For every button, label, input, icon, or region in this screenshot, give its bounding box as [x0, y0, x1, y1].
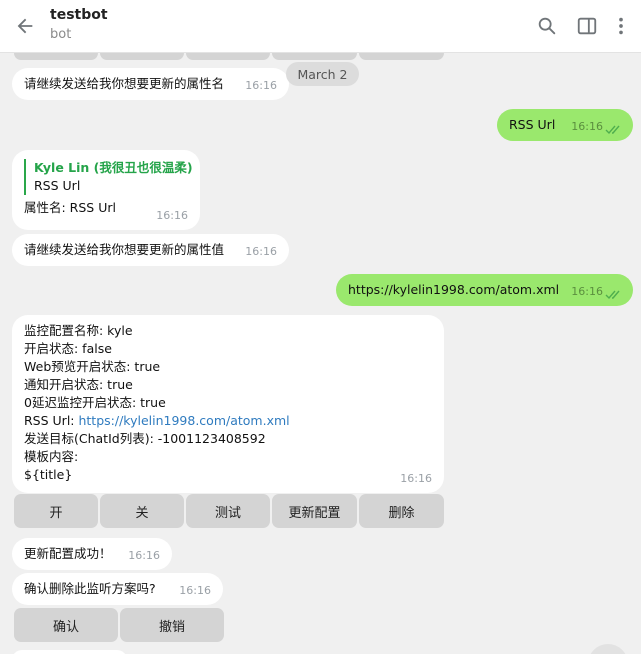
inline-button-partial[interactable]: [359, 52, 444, 60]
sidebar-toggle-icon[interactable]: [576, 15, 598, 37]
open-button[interactable]: 开: [14, 494, 98, 528]
scroll-down-button[interactable]: [588, 644, 628, 654]
message-time: 16:16: [179, 584, 211, 597]
message-time: 16:16: [156, 209, 188, 222]
message-text: https://kylelin1998.com/atom.xml: [348, 282, 560, 297]
message-incoming-config[interactable]: 监控配置名称: kyle 开启状态: false Web预览开启状态: true…: [12, 315, 444, 493]
update-config-button[interactable]: 更新配置: [272, 494, 357, 528]
cancel-button[interactable]: 撤销: [120, 608, 224, 642]
message-text: 请继续发送给我你想要更新的属性值: [24, 242, 225, 257]
config-web-preview-line: Web预览开启状态: true: [24, 359, 161, 374]
message-text: RSS Url: [509, 117, 556, 132]
message-time: 16:16: [571, 285, 603, 298]
config-enabled-line: 开启状态: false: [24, 341, 112, 356]
message-incoming-partial[interactable]: [12, 650, 127, 654]
message-outgoing[interactable]: https://kylelin1998.com/atom.xml 16:16: [336, 274, 633, 306]
message-text: 请继续发送给我你想要更新的属性名: [24, 76, 225, 91]
inline-button-partial[interactable]: [100, 52, 184, 60]
message-list[interactable]: 请继续发送给我你想要更新的属性名 16:16 March 2 RSS Url 1…: [0, 52, 641, 654]
reply-author: Kyle Lin (我很丑也很温柔): [34, 160, 193, 175]
rss-url-label: RSS Url:: [24, 413, 79, 428]
inline-button-partial[interactable]: [186, 52, 270, 60]
reply-quote[interactable]: Kyle Lin (我很丑也很温柔) RSS Url: [24, 159, 193, 195]
test-button[interactable]: 测试: [186, 494, 270, 528]
confirm-button[interactable]: 确认: [14, 608, 118, 642]
message-incoming[interactable]: 确认删除此监听方案吗? 16:16: [12, 573, 223, 605]
message-incoming[interactable]: 请继续发送给我你想要更新的属性值 16:16: [12, 234, 289, 266]
reply-text: RSS Url: [34, 178, 81, 193]
read-checkmarks-icon: [605, 125, 620, 135]
chat-title[interactable]: testbot: [50, 7, 108, 23]
message-incoming[interactable]: 更新配置成功！ 16:16: [12, 538, 172, 570]
message-text: 确认删除此监听方案吗?: [24, 581, 156, 596]
inline-button-partial[interactable]: [272, 52, 357, 60]
message-text: 更新配置成功！: [24, 546, 112, 561]
more-options-icon[interactable]: [610, 15, 632, 37]
config-target-line: 发送目标(ChatId列表): -1001123408592: [24, 431, 266, 446]
back-arrow-icon[interactable]: [14, 15, 36, 37]
close-button[interactable]: 关: [100, 494, 184, 528]
search-icon[interactable]: [536, 15, 558, 37]
message-time: 16:16: [571, 120, 603, 133]
message-time: 16:16: [400, 472, 432, 485]
date-divider: March 2: [286, 62, 359, 86]
inline-button-partial[interactable]: [14, 52, 98, 60]
message-time: 16:16: [245, 245, 277, 258]
chat-header: testbot bot: [0, 0, 641, 53]
delete-button[interactable]: 删除: [359, 494, 444, 528]
message-time: 16:16: [128, 549, 160, 562]
config-template-label: 模板内容:: [24, 449, 79, 464]
chat-subtitle: bot: [50, 27, 72, 42]
config-rss-url-line: RSS Url: https://kylelin1998.com/atom.xm…: [24, 412, 432, 430]
message-incoming[interactable]: 请继续发送给我你想要更新的属性名 16:16: [12, 68, 289, 100]
message-time: 16:16: [245, 79, 277, 92]
read-checkmarks-icon: [605, 290, 620, 300]
config-name-line: 监控配置名称: kyle: [24, 323, 133, 338]
rss-url-link[interactable]: https://kylelin1998.com/atom.xml: [78, 413, 289, 428]
message-incoming-reply[interactable]: Kyle Lin (我很丑也很温柔) RSS Url 属性名: RSS Url …: [12, 150, 200, 230]
config-zero-delay-line: 0延迟监控开启状态: true: [24, 395, 166, 410]
config-notify-line: 通知开启状态: true: [24, 377, 133, 392]
config-template-value: ${title}: [24, 467, 73, 482]
message-outgoing[interactable]: RSS Url 16:16: [497, 109, 633, 141]
